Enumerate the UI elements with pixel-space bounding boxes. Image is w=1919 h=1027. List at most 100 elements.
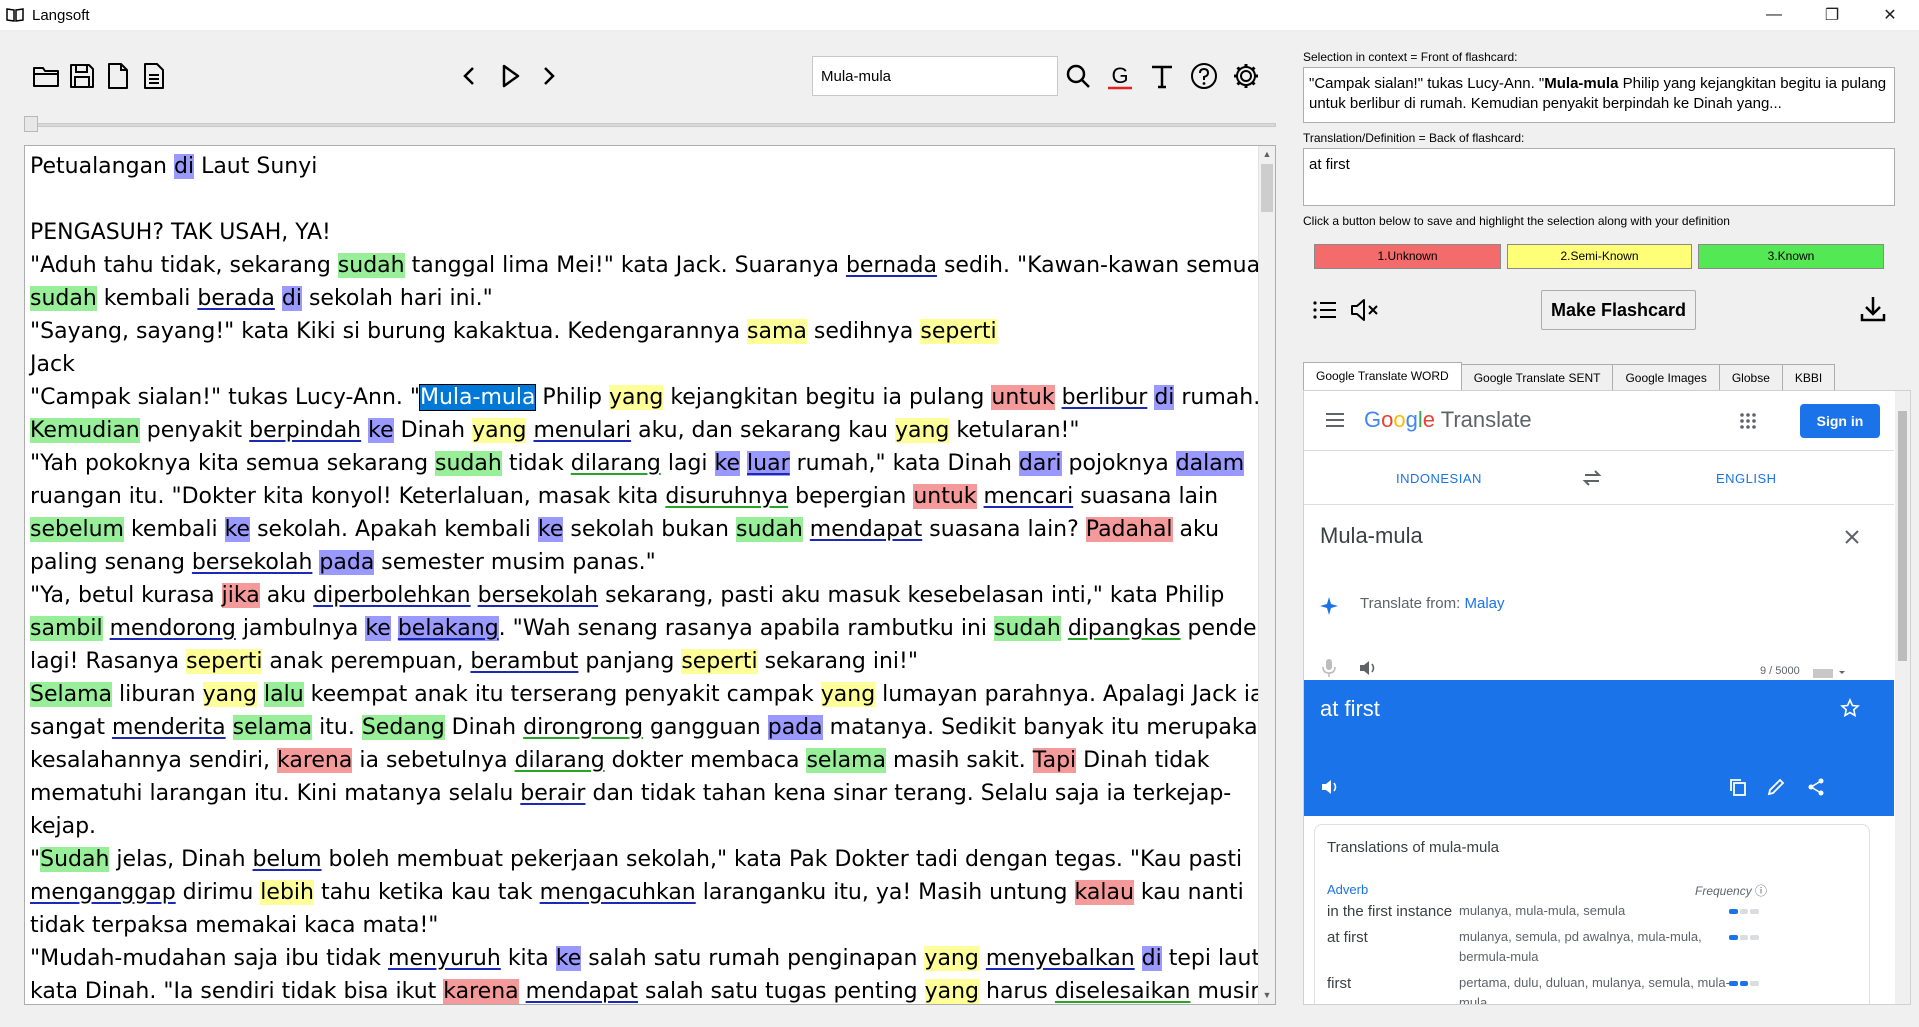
highlighted-word[interactable]: diselesaikan <box>1055 979 1191 1004</box>
menu-icon[interactable] <box>1324 411 1346 429</box>
microphone-icon[interactable] <box>1322 658 1336 678</box>
download-icon[interactable] <box>1858 294 1888 324</box>
highlighted-word[interactable]: ke <box>368 418 394 443</box>
highlighted-word[interactable]: berambut <box>470 649 578 674</box>
swap-languages-icon[interactable] <box>1582 469 1602 487</box>
edit-icon[interactable] <box>1766 777 1786 797</box>
highlighted-word[interactable]: ke <box>224 517 251 542</box>
highlighted-word[interactable]: di <box>281 286 302 311</box>
clear-text-icon[interactable] <box>1844 529 1860 545</box>
highlighted-word[interactable]: seperti <box>681 649 758 674</box>
close-button[interactable]: ✕ <box>1861 0 1919 30</box>
unknown-button[interactable]: 1.Unknown <box>1314 244 1501 269</box>
translation-word[interactable]: in the first instance <box>1327 903 1452 920</box>
keyboard-icon[interactable] <box>1812 667 1846 679</box>
highlighted-word[interactable]: di <box>174 154 195 179</box>
text-icon[interactable] <box>1146 60 1178 92</box>
highlighted-word[interactable]: sudah <box>435 451 502 476</box>
translation-word[interactable]: at first <box>1327 929 1368 946</box>
previous-icon[interactable] <box>454 60 486 92</box>
scroll-up-icon[interactable]: ▲ <box>1259 146 1275 163</box>
help-circle-icon[interactable]: ⓘ <box>1755 884 1767 898</box>
highlighted-word[interactable]: Tapi <box>1032 748 1077 773</box>
highlighted-word[interactable]: Kemudian <box>30 418 140 443</box>
tab-google-translate-sent[interactable]: Google Translate SENT <box>1460 364 1614 390</box>
mute-icon[interactable] <box>1349 296 1381 324</box>
reader-scrollbar[interactable]: ▲ ▼ <box>1258 146 1275 1004</box>
highlighted-word[interactable]: dilarang <box>571 451 661 476</box>
highlighted-word[interactable]: dilarang <box>515 748 605 773</box>
highlighted-word[interactable]: yang <box>894 418 950 443</box>
google-icon[interactable]: G <box>1104 60 1136 92</box>
highlighted-word[interactable]: dirongrong <box>523 715 643 740</box>
highlighted-word[interactable]: mencari <box>984 484 1074 509</box>
highlighted-word[interactable]: berair <box>520 781 585 806</box>
highlighted-word[interactable]: jika <box>221 583 260 608</box>
tab-google-images[interactable]: Google Images <box>1612 364 1720 390</box>
tab-google-translate-word[interactable]: Google Translate WORD <box>1303 362 1462 390</box>
highlighted-word[interactable]: ke <box>537 517 564 542</box>
highlighted-word[interactable]: menganggap <box>30 880 176 905</box>
restore-button[interactable]: ❐ <box>1803 0 1861 30</box>
highlighted-word[interactable]: dipangkas <box>1068 616 1181 641</box>
tab-globse[interactable]: Globse <box>1718 364 1783 390</box>
star-icon[interactable] <box>1840 698 1860 718</box>
scroll-down-icon[interactable]: ▼ <box>1259 987 1275 1004</box>
highlighted-word[interactable]: bersekolah <box>192 550 313 575</box>
highlighted-word[interactable]: dari <box>1018 451 1062 476</box>
highlighted-word[interactable]: belakang <box>397 616 499 641</box>
minimize-button[interactable]: — <box>1745 0 1803 30</box>
highlighted-word[interactable]: yang <box>608 385 664 410</box>
known-button[interactable]: 3.Known <box>1698 244 1884 269</box>
highlighted-word[interactable]: bersekolah <box>478 583 599 608</box>
highlighted-word[interactable]: pada <box>767 715 823 740</box>
highlighted-word[interactable]: seperti <box>186 649 263 674</box>
highlighted-word[interactable]: mendapat <box>526 979 638 1004</box>
apps-grid-icon[interactable] <box>1739 412 1757 430</box>
highlighted-word[interactable]: diperbolehkan <box>313 583 470 608</box>
highlighted-word[interactable]: Sudah <box>40 847 110 872</box>
highlighted-word[interactable]: mengacuhkan <box>540 880 696 905</box>
settings-icon[interactable] <box>1230 60 1262 92</box>
highlighted-word[interactable]: sudah <box>337 253 405 278</box>
source-area[interactable]: Mula-mula Translate from: Malay 9 / 5000 <box>1304 505 1894 689</box>
highlighted-word[interactable]: yang <box>820 682 876 707</box>
semi-known-button[interactable]: 2.Semi-Known <box>1507 244 1692 269</box>
highlighted-word[interactable]: sama <box>747 319 807 344</box>
highlighted-word[interactable]: disuruhnya <box>665 484 788 509</box>
highlighted-word[interactable]: yang <box>924 979 980 1004</box>
source-text[interactable]: Mula-mula <box>1320 523 1423 549</box>
highlighted-word[interactable]: Padahal <box>1085 517 1173 542</box>
speaker-icon[interactable] <box>1358 659 1378 677</box>
highlighted-word[interactable]: bernada <box>846 253 937 278</box>
highlighted-word[interactable]: berada <box>197 286 274 311</box>
document-icon[interactable] <box>138 60 170 92</box>
help-icon[interactable] <box>1188 60 1220 92</box>
highlighted-word[interactable]: seperti <box>920 319 997 344</box>
highlighted-word[interactable]: berlibur <box>1062 385 1148 410</box>
target-language-button[interactable]: ENGLISH <box>1716 471 1777 486</box>
translate-from-suggestion[interactable]: Translate from: Malay <box>1360 595 1505 612</box>
highlighted-word[interactable]: untuk <box>991 385 1055 410</box>
highlighted-word[interactable]: sudah <box>30 286 97 311</box>
selected-word[interactable]: Mula-mula <box>418 384 537 411</box>
make-flashcard-button[interactable]: Make Flashcard <box>1541 290 1696 330</box>
listen-icon[interactable] <box>1320 778 1340 796</box>
highlighted-word[interactable]: Selama <box>30 682 113 707</box>
highlighted-word[interactable]: di <box>1154 385 1175 410</box>
highlighted-word[interactable]: sambil <box>30 616 103 641</box>
highlighted-word[interactable]: menulari <box>533 418 631 443</box>
embedded-browser[interactable]: Google Translate Sign in INDONESIAN ENGL… <box>1303 390 1911 1005</box>
highlighted-word[interactable]: yang <box>202 682 258 707</box>
highlighted-word[interactable]: menderita <box>112 715 226 740</box>
highlighted-word[interactable]: dalam <box>1175 451 1245 476</box>
highlighted-word[interactable]: sudah <box>736 517 803 542</box>
highlighted-word[interactable]: menyuruh <box>388 946 501 971</box>
highlighted-word[interactable]: Sedang <box>361 715 445 740</box>
open-folder-icon[interactable] <box>30 60 62 92</box>
share-icon[interactable] <box>1806 777 1826 797</box>
highlighted-word[interactable]: yang <box>924 946 979 971</box>
highlighted-word[interactable]: sebelum <box>30 517 124 542</box>
highlighted-word[interactable]: kalau <box>1074 880 1134 905</box>
sign-in-button[interactable]: Sign in <box>1800 404 1880 438</box>
